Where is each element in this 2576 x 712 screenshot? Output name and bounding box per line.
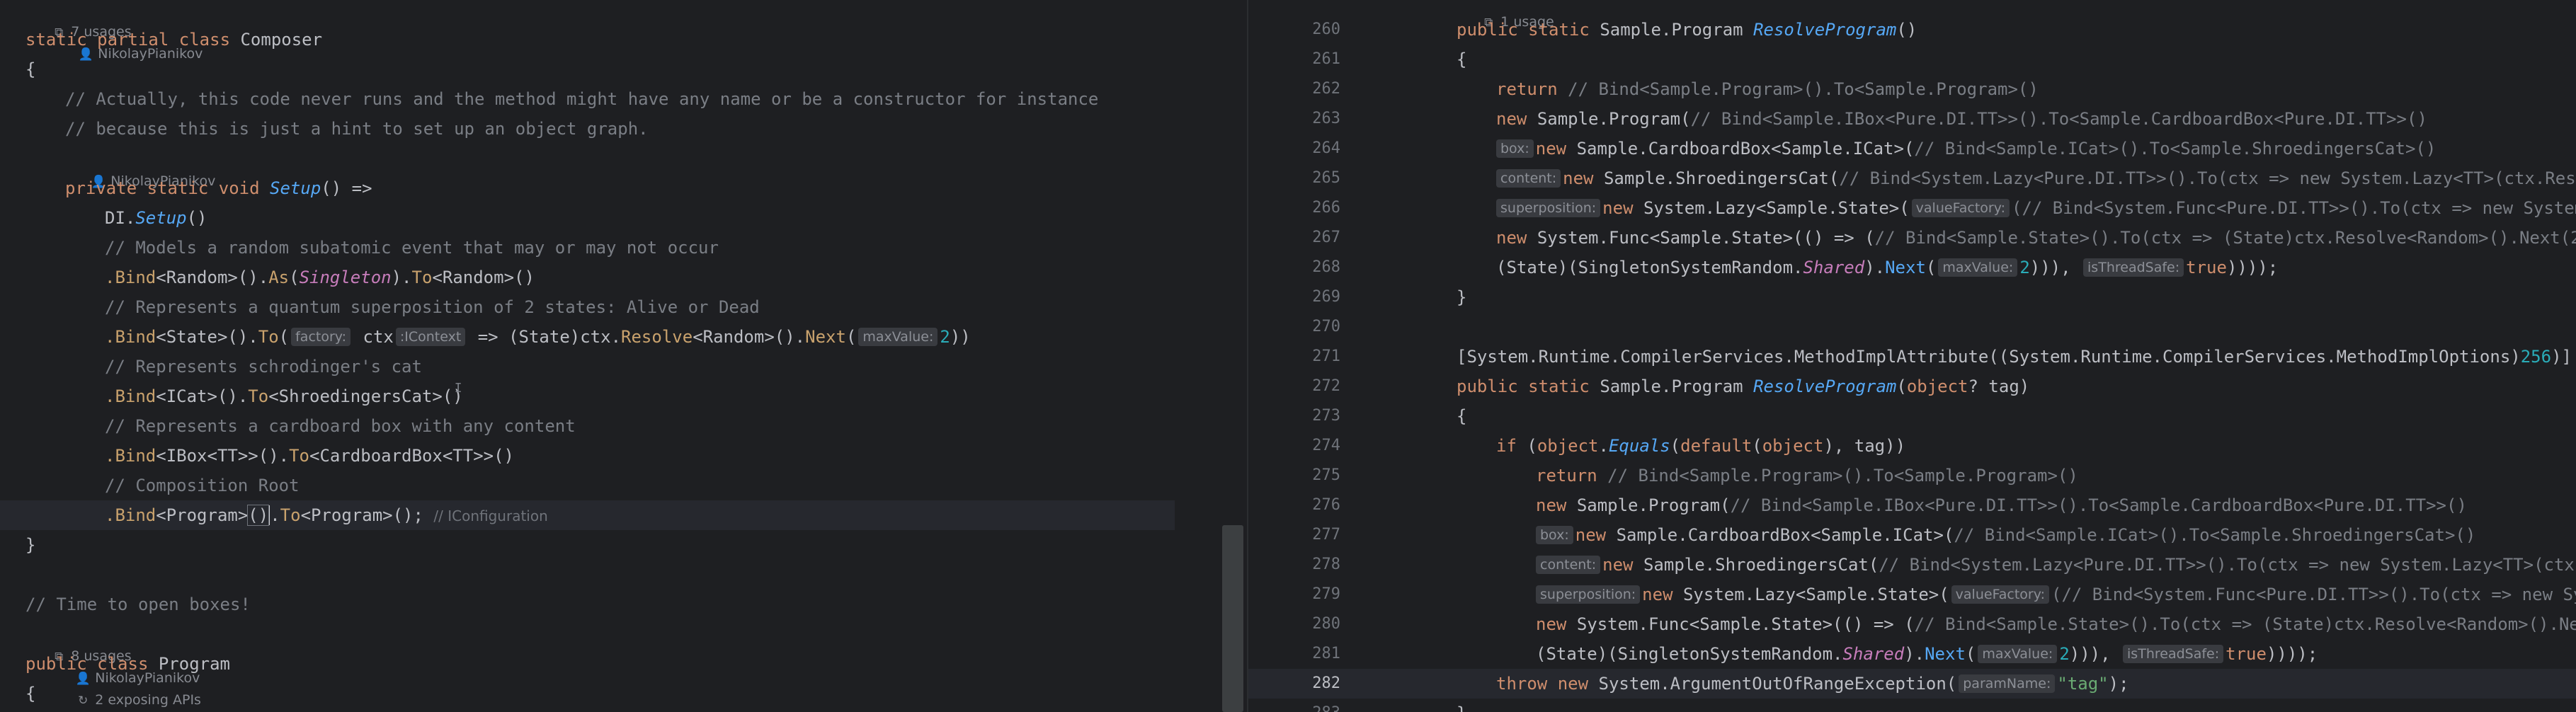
brace-open: { (1457, 406, 1467, 426)
method-impl-attribute: [System.Runtime.CompilerServices.MethodI… (1457, 347, 2572, 367)
di-setup-call: DI.Setup() (105, 208, 207, 228)
parameter-hint: content: (1536, 556, 1601, 574)
comment-line: // Represents a cardboard box with any c… (105, 416, 576, 436)
line-number: 276 (1312, 496, 1340, 514)
text-cursor-icon: I (454, 381, 462, 396)
parameter-hint: box: (1536, 526, 1573, 544)
line-number: 274 (1312, 437, 1340, 454)
line-number: 268 (1312, 258, 1340, 276)
line-number: 265 (1312, 169, 1340, 187)
parameter-hint: isThreadSafe: (2123, 645, 2224, 663)
line-number: 267 (1312, 229, 1340, 246)
class-declaration: static partial class Composer (25, 30, 323, 50)
parameter-hint: maxValue: (1938, 258, 2018, 277)
new-cat-line: content: new Sample.ShroedingersCat(// Bi… (1496, 163, 2576, 193)
new-lazy-line: superposition: new System.Lazy<Sample.Sta… (1496, 193, 2576, 223)
parameter-hint: maxValue: (858, 328, 938, 346)
resolve-program-tag-declaration: public static Sample.Program ResolveProg… (1457, 377, 2030, 396)
comment-line: // Represents schrodinger's cat (105, 357, 422, 377)
bind-program-line[interactable]: .Bind<Program>().To<Program>(); // IConf… (105, 500, 548, 530)
right-editor-pane[interactable]: ⧉ 1 usage 260 261 262 263 264 265 266 267… (1248, 0, 2576, 712)
bind-state-line: .Bind<State>().To(factory: ctx:IContext … (105, 327, 971, 347)
comment-line: // Time to open boxes! (25, 595, 251, 614)
line-number: 272 (1312, 377, 1340, 395)
brace-open: { (25, 59, 36, 79)
line-number: 262 (1312, 80, 1340, 98)
setup-method-declaration: private static void Setup() => (65, 178, 372, 198)
parameter-hint: box: (1496, 139, 1534, 158)
line-number-current: 282 (1312, 674, 1340, 692)
brace-open: { (1457, 50, 1467, 69)
return-line: return // Bind<Sample.Program>().To<Samp… (1536, 466, 2078, 486)
parameter-hint: superposition: (1496, 199, 1601, 217)
line-number: 261 (1312, 50, 1340, 68)
line-number: 280 (1312, 615, 1340, 633)
resolve-program-declaration: public static Sample.Program ResolveProg… (1457, 20, 1917, 40)
new-box-line: box: new Sample.CardboardBox<Sample.ICat>… (1496, 134, 2436, 163)
bind-icat-line: .Bind<ICat>().To<ShroedingersCat>()I (105, 381, 463, 406)
parameter-hint: maxValue: (1978, 645, 2058, 663)
comment-line: // Actually, this code never runs and th… (65, 89, 1099, 109)
parameter-hint: valueFactory: (1911, 199, 2010, 217)
line-number: 275 (1312, 466, 1340, 484)
line-number: 281 (1312, 645, 1340, 662)
program-class-declaration: public class Program (25, 654, 231, 674)
bind-ibox-line: .Bind<IBox<TT>>().To<CardboardBox<TT>>() (105, 446, 514, 466)
type-hint: :IContext (395, 328, 466, 346)
brace-close: } (1457, 287, 1467, 307)
parameter-hint: paramName: (1959, 674, 2056, 693)
left-editor-pane[interactable]: ⧉ 7 usages 👤 NikolayPianikov static partia… (0, 0, 1248, 712)
if-equals-line: if (object.Equals(default(object), tag)) (1496, 436, 1906, 456)
new-func-line: new System.Func<Sample.State>(() => (// … (1536, 614, 2576, 634)
line-number: 283 (1248, 699, 1340, 712)
vertical-scrollbar[interactable] (1222, 525, 1243, 712)
new-cat-line: content: new Sample.ShroedingersCat(// Bi… (1536, 550, 2576, 580)
comment-line: // Represents a quantum superposition of… (105, 297, 760, 317)
comment-line: // Models a random subatomic event that … (105, 238, 719, 258)
bind-random-line: .Bind<Random>().As(Singleton).To<Random>… (105, 268, 535, 287)
parameter-hint: superposition: (1536, 585, 1641, 604)
throw-line[interactable]: throw new System.ArgumentOutOfRangeExcep… (1496, 669, 2129, 699)
new-box-line: box: new Sample.CardboardBox<Sample.ICat>… (1536, 520, 2475, 550)
return-line: return // Bind<Sample.Program>().To<Samp… (1496, 79, 2039, 99)
brace-close: } (1457, 699, 1466, 712)
brace-open: { (25, 684, 36, 704)
line-number: 278 (1312, 556, 1340, 573)
new-func-line: new System.Func<Sample.State>(() => (// … (1496, 228, 2576, 248)
parameter-hint: content: (1496, 169, 1561, 188)
line-number: 269 (1312, 288, 1340, 306)
line-number: 260 (1312, 21, 1340, 38)
parameter-hint: isThreadSafe: (2083, 258, 2184, 277)
random-next-line: (State)(SingletonSystemRandom.Shared).Ne… (1496, 258, 2279, 277)
brace-close: } (25, 535, 36, 555)
line-number: 266 (1312, 199, 1340, 217)
comment-line: // because this is just a hint to set up… (65, 119, 649, 139)
api-icon: ↻ (78, 694, 89, 708)
parameter-hint: valueFactory: (1951, 585, 2049, 604)
line-number: 277 (1312, 526, 1340, 544)
line-number: 270 (1312, 318, 1340, 335)
line-number: 271 (1312, 348, 1340, 365)
line-number: 263 (1312, 110, 1340, 127)
new-program-line: new Sample.Program(// Bind<Sample.IBox<P… (1536, 495, 2467, 515)
line-number: 273 (1312, 407, 1340, 425)
parameter-hint: factory: (291, 328, 351, 346)
new-lazy-line: superposition: new System.Lazy<Sample.Sta… (1536, 580, 2576, 609)
comment-line: // Composition Root (105, 476, 300, 495)
random-next-line: (State)(SingletonSystemRandom.Shared).Ne… (1536, 644, 2318, 664)
new-program-line: new Sample.Program(// Bind<Sample.IBox<P… (1496, 109, 2427, 129)
line-number: 264 (1312, 139, 1340, 157)
line-number: 279 (1312, 585, 1340, 603)
